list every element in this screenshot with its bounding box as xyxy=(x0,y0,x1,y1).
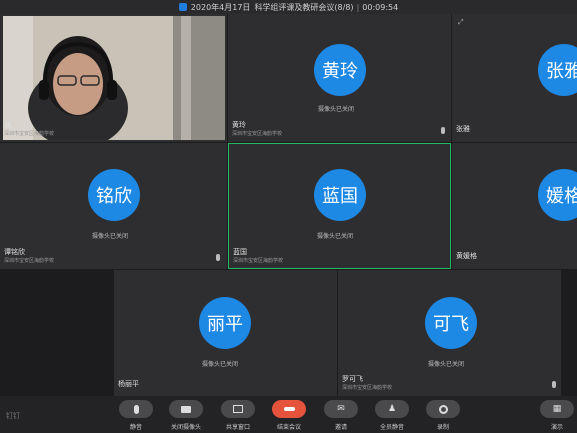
participant-name: 罗可飞 xyxy=(342,375,363,383)
camera-off-status: 摄像头已关闭 xyxy=(202,361,239,368)
mic-icon xyxy=(441,127,445,134)
end-meeting-button[interactable]: 结束会议 xyxy=(269,400,309,431)
participant-tile-huangling[interactable]: 黄玲 摄像头已关闭 黄玲 深圳市宝安区海韵学校 xyxy=(228,14,451,142)
hang-up-icon xyxy=(272,400,306,418)
group-mute-icon: ♟ xyxy=(375,400,409,418)
mute-label: 静音 xyxy=(129,424,142,431)
camera-off-status: 摄像头已关闭 xyxy=(318,106,355,113)
record-icon xyxy=(426,400,460,418)
video-grid: 我 深圳市宝安区海韵学校 黄玲 摄像头已关闭 黄玲 深圳市宝安区海韵学校 ⤢ 张… xyxy=(0,14,577,396)
share-window-label: 共享窗口 xyxy=(225,424,250,431)
invite-label: 邀请 xyxy=(334,424,347,431)
camera-off-status: 摄像头已关闭 xyxy=(92,233,129,240)
participant-name: 张雅 xyxy=(456,125,470,133)
avatar: 黄玲 xyxy=(314,44,366,96)
meeting-title: 科学组评课及教研会议(8/8) xyxy=(254,2,354,12)
record-button[interactable]: 录制 xyxy=(423,400,463,431)
participant-name: 我 xyxy=(4,121,11,129)
participant-tile-languo[interactable]: 蓝国 摄像头已关闭 蓝国 深圳市宝安区海韵学校 xyxy=(228,143,451,269)
grid-layout-icon: ▦ xyxy=(540,400,574,418)
participant-name: 黄媛格 xyxy=(456,252,477,260)
avatar: 蓝国 xyxy=(314,169,366,221)
participant-tile-me[interactable]: 我 深圳市宝安区海韵学校 xyxy=(0,14,227,142)
add-person-icon: ✉ xyxy=(324,400,358,418)
separator: | xyxy=(356,2,360,12)
camera-off-status: 摄像头已关闭 xyxy=(317,233,354,240)
participant-name: 蓝国 xyxy=(233,248,247,256)
camera-off-label: 关闭摄像头 xyxy=(170,424,201,431)
meeting-title-bar: 2020年4月17日 科学组评课及教研会议(8/8) | 00:09:54 xyxy=(0,0,577,14)
camera-off-button[interactable]: 关闭摄像头 xyxy=(166,400,206,431)
meeting-timer: 00:09:54 xyxy=(362,2,399,12)
participant-org: 深圳市宝安区海韵学校 xyxy=(233,258,284,264)
mute-all-label: 全员静音 xyxy=(379,424,404,431)
invite-button[interactable]: ✉ 邀请 xyxy=(321,400,361,431)
mic-icon xyxy=(216,254,220,261)
avatar: 丽平 xyxy=(199,297,251,349)
mute-all-button[interactable]: ♟ 全员静音 xyxy=(372,400,412,431)
avatar: 张雅 xyxy=(538,44,577,96)
participant-name: 杨丽平 xyxy=(118,380,139,388)
participant-tile-mingxin[interactable]: 铭欣 摄像头已关闭 谭铭欣 深圳市宝安区海韵学校 xyxy=(0,143,227,269)
layout-button[interactable]: ▦ 演示 xyxy=(537,400,577,431)
participant-tile-aige[interactable]: 媛格 黄媛格 xyxy=(452,143,577,269)
end-meeting-label: 结束会议 xyxy=(276,424,301,431)
share-screen-icon xyxy=(221,400,255,418)
camera-video-image xyxy=(3,16,225,140)
participant-tile-zhangya[interactable]: ⤢ 张雅 张雅 xyxy=(452,14,577,142)
avatar: 媛格 xyxy=(538,169,577,221)
avatar: 可飞 xyxy=(425,297,477,349)
microphone-icon xyxy=(119,400,153,418)
participant-org: 深圳市宝安区海韵学校 xyxy=(232,131,283,137)
camera-off-status: 摄像头已关闭 xyxy=(428,361,465,368)
mic-icon xyxy=(552,381,556,388)
participant-tile-liping[interactable]: 丽平 摄像头已关闭 杨丽平 xyxy=(114,270,337,396)
shield-icon xyxy=(178,3,187,11)
participant-org: 深圳市宝安区海韵学校 xyxy=(4,131,55,137)
meeting-date: 2020年4月17日 xyxy=(190,2,251,12)
share-window-button[interactable]: 共享窗口 xyxy=(218,400,258,431)
record-label: 录制 xyxy=(436,424,449,431)
participant-org: 深圳市宝安区海韵学校 xyxy=(342,385,393,391)
video-camera-icon xyxy=(169,400,203,418)
dingtalk-logo: 钉钉 xyxy=(6,412,20,420)
participant-name: 黄玲 xyxy=(232,121,246,129)
mute-button[interactable]: 静音 xyxy=(116,400,156,431)
meeting-toolbar: 钉钉 静音 关闭摄像头 共享窗口 结束会议 ✉ 邀请 ♟ 全员静音 录制 ▦ 演… xyxy=(0,396,577,433)
participant-tile-kefei[interactable]: 可飞 摄像头已关闭 罗可飞 深圳市宝安区海韵学校 xyxy=(338,270,561,396)
participant-name: 谭铭欣 xyxy=(4,248,25,256)
avatar: 铭欣 xyxy=(88,169,140,221)
expand-icon[interactable]: ⤢ xyxy=(458,18,464,27)
participant-org: 深圳市宝安区海韵学校 xyxy=(4,258,55,264)
layout-label: 演示 xyxy=(550,424,563,431)
camera-video xyxy=(3,16,225,140)
